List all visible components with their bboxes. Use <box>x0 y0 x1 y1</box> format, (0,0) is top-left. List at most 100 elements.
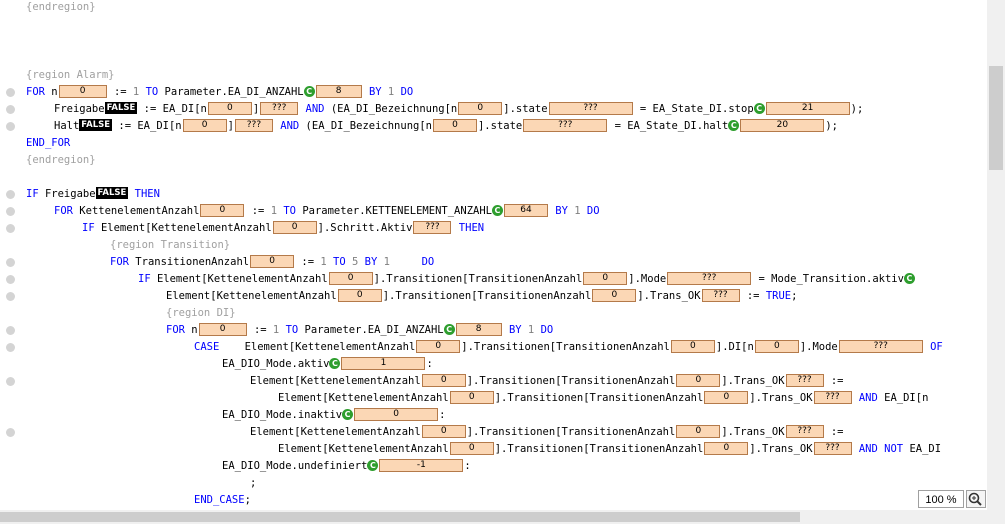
code-line[interactable]: {endregion} <box>0 152 987 169</box>
monitor-value-field[interactable]: 0 <box>58 84 107 98</box>
code-line[interactable]: {region Transition} <box>0 237 987 254</box>
monitor-value-field[interactable]: 8 <box>315 84 362 98</box>
monitor-value-field[interactable]: 0 <box>182 118 227 132</box>
code-line[interactable]: {region DI} <box>0 305 987 322</box>
code-line[interactable]: EA_DIO_Mode.aktiv C 1: <box>0 356 987 373</box>
monitor-value-field[interactable]: ??? <box>413 220 452 234</box>
code-line[interactable]: EA_DIO_Mode.undefiniert C -1: <box>0 458 987 475</box>
breakpoint-dot-icon[interactable] <box>6 190 15 199</box>
code-line[interactable] <box>0 50 987 67</box>
monitor-value-field[interactable]: 64 <box>503 203 548 217</box>
vertical-scroll-thumb[interactable] <box>989 66 1003 170</box>
monitor-value-field[interactable]: 0 <box>207 101 252 115</box>
code-line[interactable]: Element[KettenelementAnzahl 0].Transition… <box>0 441 987 458</box>
monitor-value-field[interactable]: 0 <box>200 203 245 217</box>
code-line[interactable] <box>0 169 987 186</box>
code-line[interactable]: Element[KettenelementAnzahl 0].Transition… <box>0 424 987 441</box>
code-line[interactable]: FOR n0 := 1 TO Parameter.EA_DI_ANZAHL C 8 … <box>0 322 987 339</box>
code-token: ; <box>250 477 257 489</box>
code-line[interactable]: IF Element[KettenelementAnzahl 0].Schritt… <box>0 220 987 237</box>
breakpoint-dot-icon[interactable] <box>6 122 15 131</box>
code-line[interactable]: END_FOR <box>0 135 987 152</box>
breakpoint-dot-icon[interactable] <box>6 207 15 216</box>
monitor-value-field[interactable]: 0 <box>449 441 494 455</box>
code-line[interactable]: EA_DIO_Mode.inaktiv C 0: <box>0 407 987 424</box>
horizontal-scrollbar[interactable] <box>0 510 987 524</box>
monitor-value-field[interactable]: 20 <box>740 118 825 132</box>
monitor-value-field[interactable]: ??? <box>813 441 852 455</box>
breakpoint-dot-icon[interactable] <box>6 292 15 301</box>
monitor-value-field[interactable]: ??? <box>548 101 633 115</box>
monitor-bool-value[interactable]: FALSE <box>79 119 113 131</box>
magnifier-icon[interactable] <box>966 490 986 508</box>
monitor-bool-value[interactable]: FALSE <box>95 187 129 199</box>
monitor-value-field[interactable]: ??? <box>701 288 740 302</box>
breakpoint-dot-icon[interactable] <box>6 326 15 335</box>
breakpoint-dot-icon[interactable] <box>6 88 15 97</box>
monitor-value-field[interactable]: 0 <box>328 271 373 285</box>
monitor-value-field[interactable]: ??? <box>813 390 852 404</box>
code-line[interactable]: END_CASE; <box>0 492 987 509</box>
code-line[interactable]: {endregion} <box>0 0 987 16</box>
code-editor[interactable]: {endregion} {region Alarm} FOR n0 := 1 TO … <box>0 0 987 510</box>
monitor-value-field[interactable]: 8 <box>455 322 502 336</box>
code-line[interactable]: Freigabe FALSE := EA_DI[n 0]??? AND (EA_DI… <box>0 101 987 118</box>
monitor-value-field[interactable]: 0 <box>198 322 247 336</box>
monitor-value-field[interactable]: ??? <box>838 339 923 353</box>
code-line[interactable] <box>0 33 987 50</box>
breakpoint-dot-icon[interactable] <box>6 377 15 386</box>
breakpoint-dot-icon[interactable] <box>6 428 15 437</box>
monitor-value-field[interactable]: ??? <box>234 118 273 132</box>
breakpoint-dot-icon[interactable] <box>6 105 15 114</box>
code-line[interactable]: Element[KettenelementAnzahl 0].Transition… <box>0 390 987 407</box>
breakpoint-dot-icon[interactable] <box>6 343 15 352</box>
monitor-value-field[interactable]: 0 <box>337 288 382 302</box>
monitor-value-field[interactable]: 0 <box>676 373 721 387</box>
code-line[interactable]: CASE Element[KettenelementAnzahl 0].Trans… <box>0 339 987 356</box>
monitor-value-field[interactable]: 0 <box>704 390 749 404</box>
code-line[interactable]: {region Alarm} <box>0 67 987 84</box>
breakpoint-dot-icon[interactable] <box>6 275 15 284</box>
monitor-value-field[interactable]: 0 <box>583 271 628 285</box>
monitor-value-field[interactable]: ??? <box>785 373 824 387</box>
monitor-value-field[interactable]: 0 <box>704 441 749 455</box>
keyword-token: IF <box>26 188 45 200</box>
monitor-value-field[interactable]: 0 <box>592 288 637 302</box>
monitor-value-field[interactable]: 0 <box>676 424 721 438</box>
code-line[interactable]: FOR n0 := 1 TO Parameter.EA_DI_ANZAHL C 8 … <box>0 84 987 101</box>
code-line[interactable]: ; <box>0 475 987 492</box>
zoom-level-field[interactable]: 100 % <box>918 490 964 508</box>
monitor-value-field[interactable]: 0 <box>250 254 295 268</box>
monitor-value-field[interactable]: ??? <box>523 118 608 132</box>
monitor-value-field[interactable]: 0 <box>458 101 503 115</box>
monitor-value-field[interactable]: 0 <box>421 373 466 387</box>
horizontal-scroll-thumb[interactable] <box>0 512 800 522</box>
code-line[interactable]: Halt FALSE := EA_DI[n 0]??? AND (EA_DI_Bez… <box>0 118 987 135</box>
monitor-value-field[interactable]: 0 <box>449 390 494 404</box>
monitor-value-field[interactable]: 0 <box>432 118 477 132</box>
monitor-value-field[interactable]: ??? <box>260 101 299 115</box>
code-line[interactable]: FOR TransitionenAnzahl 0 := 1 TO 5 BY 1 D… <box>0 254 987 271</box>
code-line[interactable]: Element[KettenelementAnzahl 0].Transition… <box>0 288 987 305</box>
monitor-value-field[interactable]: 0 <box>754 339 799 353</box>
monitor-value-field[interactable]: 0 <box>416 339 461 353</box>
monitor-value-field[interactable]: 21 <box>765 101 850 115</box>
code-line[interactable]: FOR KettenelementAnzahl 0 := 1 TO Paramet… <box>0 203 987 220</box>
vertical-scrollbar[interactable] <box>987 0 1005 510</box>
monitor-value-field[interactable]: 0 <box>421 424 466 438</box>
monitor-value-field[interactable]: ??? <box>785 424 824 438</box>
code-text: CASE Element[KettenelementAnzahl 0].Trans… <box>194 339 943 356</box>
code-line[interactable] <box>0 16 987 33</box>
monitor-value-field[interactable]: 0 <box>354 407 439 421</box>
breakpoint-dot-icon[interactable] <box>6 224 15 233</box>
monitor-value-field[interactable]: 0 <box>272 220 317 234</box>
monitor-bool-value[interactable]: FALSE <box>104 102 138 114</box>
breakpoint-dot-icon[interactable] <box>6 258 15 267</box>
monitor-value-field[interactable]: ??? <box>667 271 752 285</box>
code-line[interactable]: Element[KettenelementAnzahl 0].Transition… <box>0 373 987 390</box>
code-line[interactable]: IF Element[KettenelementAnzahl 0].Transit… <box>0 271 987 288</box>
monitor-value-field[interactable]: -1 <box>379 458 464 472</box>
monitor-value-field[interactable]: 0 <box>670 339 715 353</box>
monitor-value-field[interactable]: 1 <box>341 356 426 370</box>
code-line[interactable]: IF Freigabe FALSE THEN <box>0 186 987 203</box>
